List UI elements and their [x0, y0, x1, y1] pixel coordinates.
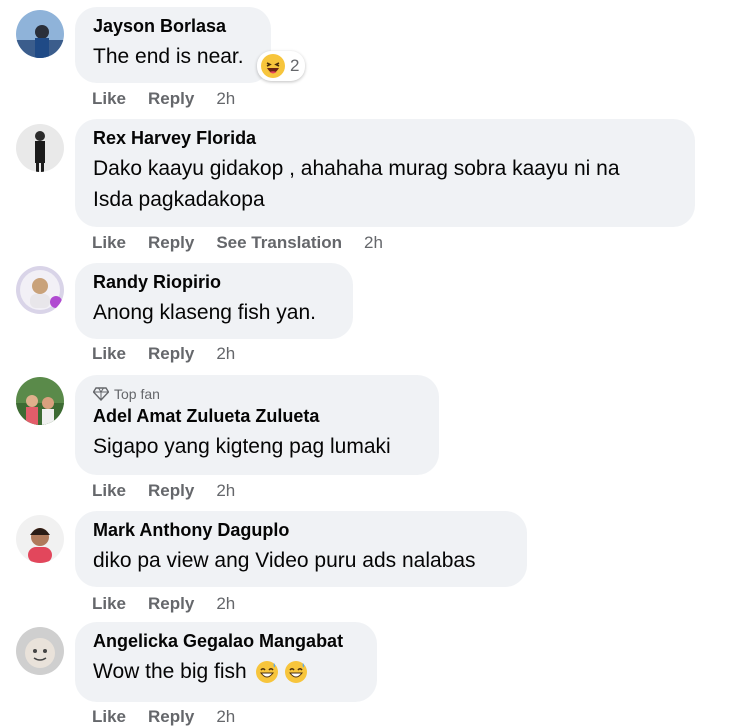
- comment-text: Sigapo yang kigteng pag lumaki: [93, 435, 391, 458]
- comment-bubble: Randy Riopirio Anong klaseng fish yan.: [75, 263, 353, 339]
- reply-button[interactable]: Reply: [148, 481, 194, 501]
- grinning-sweat-emoji-icon: [255, 661, 278, 684]
- reply-button[interactable]: Reply: [148, 89, 194, 109]
- comment-text-line2: Isda pagkadakopa: [93, 188, 265, 211]
- comment-actions: Like Reply 2h: [92, 481, 257, 501]
- timestamp[interactable]: 2h: [216, 344, 235, 364]
- comment-text-wrap: Wow the big fish: [93, 656, 359, 687]
- reaction-number: 2: [290, 56, 300, 75]
- commenter-name[interactable]: Randy Riopirio: [93, 271, 335, 293]
- reply-button[interactable]: Reply: [148, 233, 194, 253]
- like-button[interactable]: Like: [92, 707, 126, 727]
- avatar[interactable]: [16, 377, 64, 425]
- timestamp[interactable]: 2h: [216, 594, 235, 614]
- timestamp[interactable]: 2h: [216, 707, 235, 727]
- haha-emoji-icon: [261, 54, 285, 78]
- comment-bubble: Jayson Borlasa The end is near.: [75, 7, 271, 83]
- commenter-name[interactable]: Angelicka Gegalao Mangabat: [93, 630, 359, 652]
- avatar[interactable]: [16, 266, 64, 314]
- commenter-name[interactable]: Adel Amat Zulueta Zulueta: [93, 405, 421, 427]
- timestamp[interactable]: 2h: [216, 89, 235, 109]
- comment-text-line1: Dako kaayu gidakop , ahahaha murag sobra…: [93, 157, 620, 180]
- like-button[interactable]: Like: [92, 233, 126, 253]
- avatar[interactable]: [16, 10, 64, 58]
- avatar[interactable]: [16, 124, 64, 172]
- commenter-name[interactable]: Rex Harvey Florida: [93, 127, 677, 149]
- timestamp[interactable]: 2h: [364, 233, 383, 253]
- reply-button[interactable]: Reply: [148, 707, 194, 727]
- commenter-name[interactable]: Mark Anthony Daguplo: [93, 519, 509, 541]
- avatar[interactable]: [16, 515, 64, 563]
- reply-button[interactable]: Reply: [148, 344, 194, 364]
- reply-button[interactable]: Reply: [148, 594, 194, 614]
- reaction-count[interactable]: 2: [257, 51, 306, 81]
- commenter-name[interactable]: Jayson Borlasa: [93, 15, 253, 37]
- grinning-sweat-emoji-icon: [285, 661, 308, 684]
- avatar[interactable]: [16, 627, 64, 675]
- comment-text: Wow the big fish: [93, 660, 247, 683]
- comment-text: Anong klaseng fish yan.: [93, 301, 316, 324]
- like-button[interactable]: Like: [92, 344, 126, 364]
- like-button[interactable]: Like: [92, 481, 126, 501]
- see-translation-link[interactable]: See Translation: [216, 233, 342, 253]
- diamond-icon: [93, 387, 109, 401]
- comment-actions: Like Reply 2h: [92, 707, 257, 727]
- comment-actions: Like Reply 2h: [92, 344, 257, 364]
- comment-text: diko pa view ang Video puru ads nalabas: [93, 549, 476, 572]
- like-button[interactable]: Like: [92, 594, 126, 614]
- top-fan-badge: Top fan: [93, 385, 421, 403]
- timestamp[interactable]: 2h: [216, 481, 235, 501]
- top-fan-label: Top fan: [114, 386, 160, 402]
- comment-actions: Like Reply See Translation 2h: [92, 233, 405, 253]
- comment-bubble: Top fan Adel Amat Zulueta Zulueta Sigapo…: [75, 375, 439, 475]
- comment-actions: Like Reply 2h: [92, 594, 257, 614]
- comment-actions: Like Reply 2h: [92, 89, 257, 109]
- comment-bubble: Angelicka Gegalao Mangabat Wow the big f…: [75, 622, 377, 702]
- comment-bubble: Rex Harvey Florida Dako kaayu gidakop , …: [75, 119, 695, 227]
- like-button[interactable]: Like: [92, 89, 126, 109]
- comment-bubble: Mark Anthony Daguplo diko pa view ang Vi…: [75, 511, 527, 587]
- comment-text: The end is near.: [93, 45, 244, 68]
